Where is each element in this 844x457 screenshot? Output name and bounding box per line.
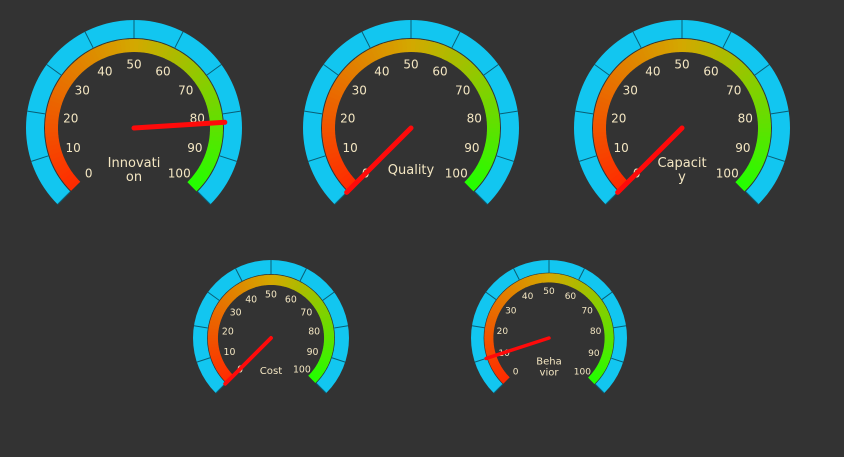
gauge-color-arc-segment <box>545 273 550 283</box>
gauge-color-arc-segment <box>129 39 135 53</box>
gauge-tick-label: 60 <box>703 64 718 78</box>
gauge-tick-label: 20 <box>63 111 78 125</box>
gauge-color-arc-segment <box>593 127 607 133</box>
gauge-tick-label: 0 <box>513 368 519 378</box>
gauge-tick-label: 100 <box>716 167 739 181</box>
gauge-tick-label: 40 <box>374 64 389 78</box>
gauge-tick-label: 90 <box>464 141 479 155</box>
gauge-color-arc-segment <box>486 123 501 129</box>
gauge-tick-label: 20 <box>497 327 509 337</box>
gauge-name-label: on <box>126 170 142 185</box>
gauge-tick-label: 70 <box>455 84 470 98</box>
gauge-3: 0102030405060708090100Capacity <box>573 20 790 205</box>
gauge-tick-label: 40 <box>522 292 534 302</box>
gauge-tick-label: 80 <box>590 327 602 337</box>
gauge-tick-label: 10 <box>342 141 357 155</box>
gauge-tick-label: 100 <box>293 364 311 375</box>
gauge-name-label: Quality <box>388 163 435 178</box>
gauge-tick-label: 100 <box>168 167 191 181</box>
gauges-canvas: 0102030405060708090100Innovation01020304… <box>26 20 790 394</box>
gauge-color-arc-segment <box>484 337 494 342</box>
gauge-tick-label: 60 <box>432 64 447 78</box>
gauge-name-label: Innovati <box>108 156 161 171</box>
gauge-color-arc-segment <box>757 123 771 129</box>
gauge-tick-label: 20 <box>222 327 234 338</box>
gauge-tick-label: 50 <box>265 290 277 301</box>
gauge-tick-label: 60 <box>155 64 170 78</box>
gauge-2: 0102030405060708090100Quality <box>303 20 519 205</box>
gauge-tick-label: 30 <box>230 308 242 319</box>
gauge-tick-label: 30 <box>623 84 638 98</box>
gauge-tick-label: 40 <box>245 294 257 305</box>
gauge-tick-label: 30 <box>352 84 367 98</box>
gauge-tick-label: 90 <box>187 141 202 155</box>
gauge-tick-label: 50 <box>403 57 418 71</box>
gauge-tick-label: 80 <box>467 111 482 125</box>
gauge-tick-label: 10 <box>224 347 236 358</box>
gauge-name-label: vior <box>540 368 560 379</box>
gauge-tick-label: 40 <box>97 64 112 78</box>
gauge-tick-label: 50 <box>543 287 555 297</box>
gauge-tick-label: 100 <box>574 368 591 378</box>
gauge-1: 010203040 50 60708090100Innovation <box>26 20 243 205</box>
gauge-needle <box>484 336 551 361</box>
gauge-color-arc-segment <box>604 334 614 339</box>
gauge-5: 0102030405060708090100Behavior <box>471 260 627 394</box>
gauge-color-arc-segment <box>322 127 336 133</box>
gauge-color-arc-segment <box>45 127 59 133</box>
gauge-color-arc-segment <box>207 337 219 342</box>
gauge-tick-label: 80 <box>308 327 320 338</box>
gauge-tick-label: 50 <box>674 57 689 71</box>
gauge-color-arc-segment <box>406 39 412 53</box>
gauge-tick-label: 10 <box>613 141 628 155</box>
gauge-tick-label: 40 <box>645 64 660 78</box>
gauge-4: 0102030405060708090100Cost <box>193 260 349 394</box>
gauge-tick-label: 70 <box>726 84 741 98</box>
gauge-name-label: Beha <box>536 357 561 368</box>
gauge-tick-label: 60 <box>565 292 577 302</box>
gauge-color-arc-segment <box>677 39 683 53</box>
gauge-tick-label: 90 <box>588 349 600 359</box>
gauge-tick-label: 90 <box>307 347 319 358</box>
gauge-tick-label: 30 <box>75 84 90 98</box>
gauge-tick-label: 100 <box>445 167 468 181</box>
gauge-tick-label: 70 <box>581 306 593 316</box>
gauge-tick-label: 60 <box>285 294 297 305</box>
gauge-tick-label: 10 <box>65 141 80 155</box>
gauge-name-label: Capacit <box>657 156 706 171</box>
gauge-tick-label: 80 <box>738 111 753 125</box>
gauge-tick-label: 90 <box>735 141 750 155</box>
gauge-color-arc-segment <box>323 334 335 339</box>
gauge-tick-label: 20 <box>611 111 626 125</box>
gauge-color-arc-segment <box>267 274 272 286</box>
gauge-name-label: Cost <box>260 366 283 377</box>
gauge-tick-label: 70 <box>300 308 312 319</box>
gauge-needle <box>223 336 273 386</box>
gauge-tick-label: 30 <box>505 306 517 316</box>
gauge-tick-label: 70 <box>178 84 193 98</box>
gauge-tick-label: 20 <box>340 111 355 125</box>
gauge-name-label: y <box>678 170 686 185</box>
gauge-tick-label: 50 <box>126 57 141 71</box>
gauge-needle <box>344 125 414 195</box>
gauge-tick-label: 0 <box>85 167 93 181</box>
